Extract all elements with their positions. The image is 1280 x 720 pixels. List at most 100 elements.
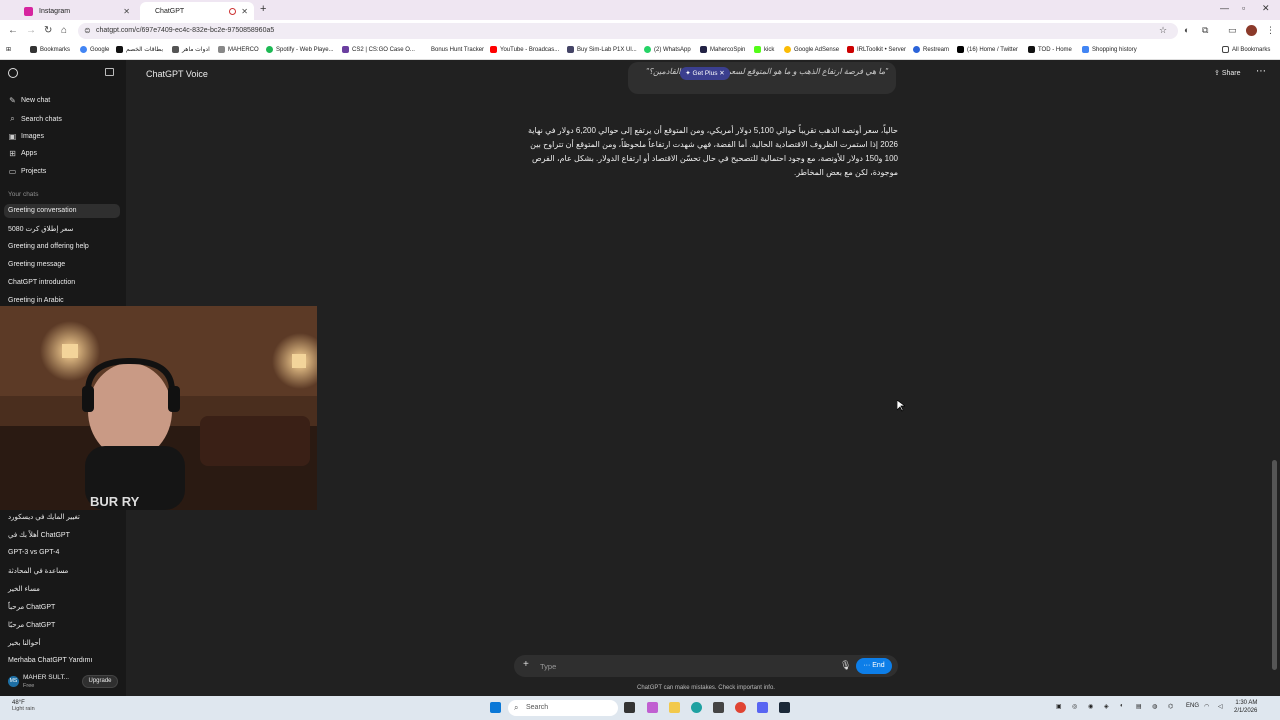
- bookmark-item[interactable]: Buy Sim-Lab P1X Ul...: [567, 46, 637, 53]
- sidebar-item-images[interactable]: ▣ Images: [8, 132, 44, 141]
- bookmark-item[interactable]: (2) WhatsApp: [644, 46, 691, 53]
- clock[interactable]: 1:30 AM 2/1/2026: [1234, 699, 1257, 715]
- more-options-icon[interactable]: ⋯: [1256, 66, 1266, 77]
- close-icon[interactable]: ✕: [123, 7, 130, 16]
- menu-icon[interactable]: ⋮: [1266, 25, 1275, 36]
- cast-icon[interactable]: ▭: [1228, 25, 1237, 36]
- language-indicator[interactable]: ENG: [1186, 703, 1199, 709]
- all-bookmarks[interactable]: All Bookmarks: [1222, 46, 1270, 53]
- tray-icon[interactable]: ◍: [1152, 703, 1157, 710]
- chat-item[interactable]: Greeting in Arabic: [8, 297, 64, 304]
- site-info-icon[interactable]: ⊜: [84, 26, 91, 35]
- tray-icon[interactable]: ◐: [1120, 703, 1124, 709]
- apps-grid-icon[interactable]: ⊞: [6, 46, 11, 53]
- end-voice-button[interactable]: ··· End: [856, 658, 892, 674]
- discord-icon[interactable]: [757, 702, 768, 713]
- chat-item[interactable]: Greeting and offering help: [8, 243, 89, 250]
- extension-icon[interactable]: ◐: [1184, 25, 1189, 35]
- home-icon[interactable]: ⌂: [61, 25, 67, 36]
- weather-widget[interactable]: 48°F Light rain: [12, 700, 35, 712]
- edge-icon[interactable]: [691, 702, 702, 713]
- bookmark-star-icon[interactable]: ☆: [1159, 25, 1167, 36]
- bookmark-item[interactable]: Google: [80, 46, 109, 53]
- bookmark-item[interactable]: IRLToolkit • Server: [847, 46, 906, 53]
- bookmark-item[interactable]: Spotify - Web Playe...: [266, 46, 334, 53]
- volume-icon[interactable]: ◁: [1218, 703, 1223, 710]
- avatar: MS: [8, 676, 19, 687]
- share-button[interactable]: ⇪ Share: [1214, 69, 1241, 77]
- steam-icon[interactable]: [779, 702, 790, 713]
- sidebar-item-new-chat[interactable]: ✎ New chat: [8, 96, 50, 105]
- get-plus-button[interactable]: ✦ Get Plus ✕: [680, 67, 730, 80]
- chat-item[interactable]: Merhaba ChatGPT Yardımı: [8, 657, 92, 664]
- bookmark-item[interactable]: (16) Home / Twitter: [957, 46, 1018, 53]
- chat-item[interactable]: مرحباً ChatGPT: [8, 603, 55, 611]
- scrollbar[interactable]: [1272, 460, 1277, 670]
- bookmark-item[interactable]: ادوات ماهر: [172, 46, 210, 53]
- chat-item[interactable]: Greeting message: [8, 261, 65, 268]
- chat-item[interactable]: أهلاً بك في ChatGPT: [8, 531, 70, 539]
- file-explorer-icon[interactable]: [669, 702, 680, 713]
- close-icon[interactable]: ✕: [719, 70, 724, 77]
- wifi-icon[interactable]: ◠: [1204, 703, 1209, 710]
- sidebar-item-search-chats[interactable]: ⌕ Search chats: [8, 114, 62, 124]
- bookmark-item[interactable]: kick: [754, 46, 774, 53]
- openai-logo-icon[interactable]: [8, 68, 18, 78]
- chat-item[interactable]: ChatGPT introduction: [8, 279, 75, 286]
- upgrade-button[interactable]: Upgrade: [82, 675, 118, 688]
- chat-item[interactable]: تغيير المايك في ديسكورد: [8, 513, 80, 521]
- chrome-icon[interactable]: [735, 702, 746, 713]
- chat-item[interactable]: GPT-3 vs GPT-4: [8, 549, 59, 556]
- bookmark-item[interactable]: YouTube - Broadcas...: [490, 46, 559, 53]
- sidebar-item-apps[interactable]: ⊞ Apps: [8, 149, 37, 158]
- window-close-icon[interactable]: ✕: [1262, 3, 1270, 14]
- tray-icon[interactable]: ◉: [1088, 703, 1093, 710]
- bookmark-item[interactable]: بطاقات الخصم: [116, 46, 163, 53]
- task-view-icon[interactable]: [624, 702, 635, 713]
- tab-instagram[interactable]: Instagram ✕: [18, 2, 136, 20]
- bookmark-item[interactable]: Google AdSense: [784, 46, 839, 53]
- message-input[interactable]: [540, 659, 830, 673]
- teams-icon[interactable]: [647, 702, 658, 713]
- tray-icon[interactable]: ◎: [1072, 703, 1077, 710]
- taskbar-search[interactable]: ⌕ Search: [508, 700, 618, 716]
- sidebar-item-projects[interactable]: ▭ Projects: [8, 167, 47, 176]
- close-icon[interactable]: ✕: [241, 7, 248, 16]
- windows-start-icon[interactable]: [490, 702, 501, 713]
- chat-item[interactable]: مساء الخير: [8, 585, 40, 593]
- bookmark-item[interactable]: MahercoSpin: [700, 46, 745, 53]
- microphone-icon[interactable]: 🎙: [840, 660, 851, 671]
- reload-icon[interactable]: ↻: [44, 25, 52, 36]
- chat-item[interactable]: سعر إطلاق كرت 5080: [8, 225, 73, 233]
- url-field[interactable]: ⊜ chatgpt.com/c/697e7409-ec4c-832e-bc2e-…: [78, 23, 1178, 39]
- sidebar-toggle-icon[interactable]: [105, 68, 114, 76]
- new-tab-icon[interactable]: +: [260, 3, 266, 15]
- bookmark-item[interactable]: Bookmarks: [30, 46, 70, 53]
- forward-icon[interactable]: →: [26, 25, 36, 36]
- minimize-icon[interactable]: —: [1220, 3, 1229, 13]
- bookmark-item[interactable]: CS2 | CS:GO Case O...: [342, 46, 415, 53]
- tray-icon[interactable]: ▤: [1136, 703, 1142, 710]
- back-icon[interactable]: ←: [8, 25, 18, 36]
- add-attachment-icon[interactable]: +: [523, 659, 529, 670]
- tray-icon[interactable]: ◈: [1104, 703, 1109, 710]
- chat-item[interactable]: Greeting conversation: [4, 204, 120, 218]
- extensions-puzzle-icon[interactable]: ⧉: [1202, 25, 1208, 36]
- bookmark-item[interactable]: MAHERCO: [218, 46, 259, 53]
- store-icon[interactable]: [713, 702, 724, 713]
- bookmark-item[interactable]: Restream: [913, 46, 949, 53]
- user-message: "ما هي فرصة ارتفاع الذهب و ما هو المتوقع…: [628, 62, 896, 94]
- profile-avatar[interactable]: [1246, 25, 1257, 36]
- tab-chatgpt[interactable]: ChatGPT ✕: [140, 2, 254, 20]
- maximize-icon[interactable]: ▫: [1242, 3, 1245, 13]
- chat-item[interactable]: مساعدة في المحادثة: [8, 567, 68, 575]
- bookmark-item[interactable]: TOD - Home: [1028, 46, 1072, 53]
- chat-item[interactable]: مرحبًا ChatGPT: [8, 621, 55, 629]
- model-title[interactable]: ChatGPT Voice: [146, 69, 208, 79]
- chat-item[interactable]: أحوالنا بخير: [8, 639, 41, 647]
- tray-icon[interactable]: ⌬: [1168, 703, 1173, 710]
- bookmark-item[interactable]: Bonus Hunt Tracker: [421, 46, 484, 53]
- bookmark-item[interactable]: Shopping history: [1082, 46, 1137, 53]
- account-row[interactable]: MS MAHER SULT... Free Upgrade: [4, 672, 122, 692]
- tray-icon[interactable]: ▣: [1056, 703, 1062, 710]
